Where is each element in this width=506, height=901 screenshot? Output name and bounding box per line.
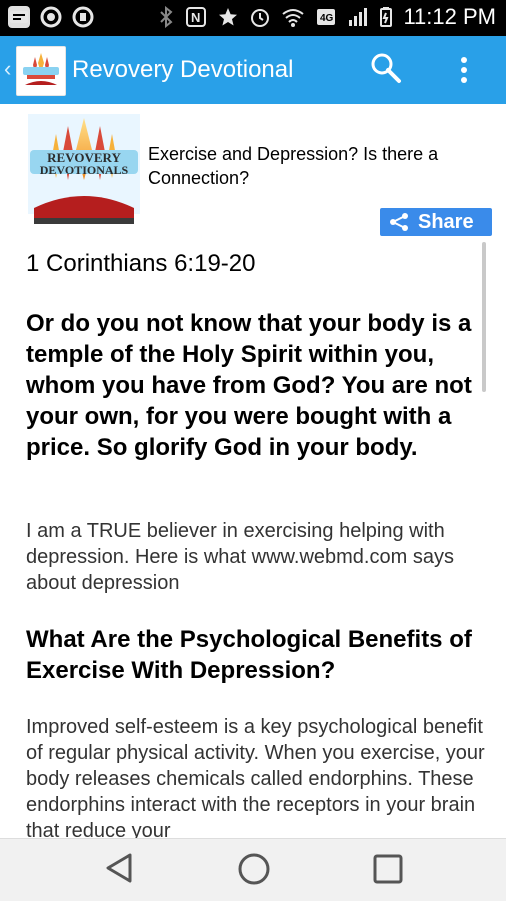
bluetooth-icon [160, 6, 173, 28]
nav-back-icon[interactable] [102, 851, 136, 885]
star-icon [219, 8, 238, 26]
scripture-reference: 1 Corinthians 6:19-20 [26, 250, 256, 277]
nav-recent-icon[interactable] [370, 851, 406, 887]
app-logo[interactable] [16, 46, 66, 96]
wifi-icon [282, 9, 305, 27]
share-button[interactable]: Share [380, 208, 492, 236]
svg-text:4G: 4G [320, 13, 334, 24]
subheading: What Are the Psychological Benefits of E… [26, 626, 472, 684]
share-icon [390, 213, 408, 231]
status-bar: N 4G 11:12 PM [0, 0, 506, 36]
scripture-verse: Or do you not know that your body is a t… [26, 310, 472, 461]
navigation-bar [0, 838, 506, 901]
data-icon: 4G [317, 9, 336, 25]
app-title: Revovery Devotional [72, 56, 294, 83]
action-bar: ‹ Revovery Devotional [0, 36, 506, 104]
logo-line2: DEVOTIONALS [40, 163, 129, 177]
signal-icon [349, 8, 368, 26]
nav-home-icon[interactable] [236, 851, 272, 887]
svg-text:N: N [191, 10, 200, 25]
paragraph-1: I am a TRUE believer in exercising helpi… [26, 520, 454, 594]
status-time: 11:12 PM [403, 4, 496, 29]
devotional-content[interactable]: REVOVERY DEVOTIONALS Exercise and Depres… [0, 104, 506, 838]
devotional-title: Exercise and Depression? Is there a Conn… [148, 144, 439, 188]
nfc-icon: N [186, 7, 207, 27]
paragraph-2: Improved self-esteem is a key psychologi… [26, 716, 485, 838]
share-label: Share [418, 211, 474, 233]
status-left-icons [8, 6, 94, 28]
notification-icon [8, 6, 30, 28]
cast-icon [40, 6, 62, 28]
status-right-icons: N 4G 11:12 PM [157, 6, 496, 28]
devotional-logo: REVOVERY DEVOTIONALS [28, 114, 140, 224]
overflow-icon[interactable] [452, 54, 476, 86]
cast2-icon [72, 6, 94, 28]
search-icon[interactable] [368, 50, 404, 86]
battery-icon [380, 7, 393, 27]
app-logo-icon [17, 47, 65, 95]
back-chevron-icon[interactable]: ‹ [4, 58, 11, 80]
alarm-icon [251, 9, 270, 27]
